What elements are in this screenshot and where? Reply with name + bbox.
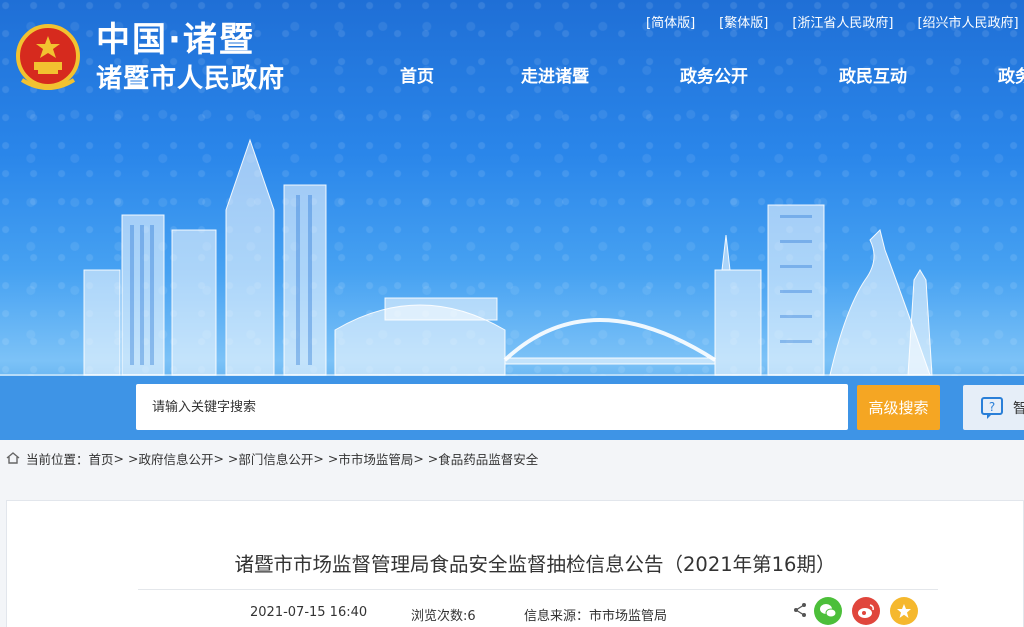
weibo-share-button[interactable]	[852, 597, 880, 625]
breadcrumb: 当前位置： 首页 > > 政府信息公开 > > 部门信息公开 > > 市市场监管…	[0, 440, 1024, 476]
link-shaoxing-gov[interactable]: [绍兴市人民政府]	[911, 10, 1024, 33]
article-views: 浏览次数:6	[411, 609, 476, 624]
share-icon[interactable]	[792, 602, 808, 618]
weibo-icon	[858, 604, 874, 618]
main-nav: 首页 走进诸暨 政务公开 政民互动 政务服	[400, 62, 1024, 87]
language-links: [简体版] [繁体版] [浙江省人民政府] [绍兴市人民政府]	[640, 10, 1024, 33]
link-zhejiang-gov[interactable]: [浙江省人民政府]	[786, 10, 899, 33]
breadcrumb-separator: > >	[413, 450, 439, 466]
breadcrumb-separator: > >	[213, 450, 239, 466]
svg-text:?: ?	[989, 400, 995, 414]
header-banner: 中国·诸暨 诸暨市人民政府 [简体版] [繁体版] [浙江省人民政府] [绍兴市…	[0, 0, 1024, 440]
smart-qa-button[interactable]: ? 智	[963, 385, 1024, 430]
city-skyline-illustration	[0, 138, 1024, 380]
star-icon	[897, 604, 911, 618]
breadcrumb-item-public-info[interactable]: 政府信息公开	[138, 449, 213, 468]
breadcrumb-item-department-info[interactable]: 部门信息公开	[238, 449, 313, 468]
article-datetime: 2021-07-15 16:40	[250, 605, 368, 620]
smart-qa-label: 智	[1013, 400, 1024, 417]
site-title-main: 诸暨市人民政府	[96, 64, 286, 94]
nav-interaction[interactable]: 政民互动	[839, 62, 998, 87]
wechat-icon	[820, 604, 837, 618]
wechat-share-button[interactable]	[814, 597, 842, 625]
breadcrumb-item-food-drug-safety[interactable]: 食品药品监督安全	[438, 449, 538, 468]
national-emblem-icon	[16, 24, 80, 90]
title-divider	[138, 589, 938, 590]
nav-home[interactable]: 首页	[400, 62, 521, 87]
home-icon	[6, 452, 20, 464]
breadcrumb-separator: > >	[113, 450, 139, 466]
link-traditional[interactable]: [繁体版]	[713, 10, 774, 33]
favorite-button[interactable]	[890, 597, 918, 625]
breadcrumb-item-home[interactable]: 首页	[89, 449, 114, 468]
breadcrumb-separator: > >	[313, 450, 339, 466]
nav-services[interactable]: 政务服	[998, 62, 1024, 87]
advanced-search-button[interactable]: 高级搜索	[857, 385, 940, 430]
search-input[interactable]	[136, 384, 848, 430]
breadcrumb-label: 当前位置：	[26, 451, 89, 467]
nav-about-zhuji[interactable]: 走进诸暨	[521, 62, 680, 87]
link-simplified[interactable]: [简体版]	[640, 10, 701, 33]
breadcrumb-item-market-bureau[interactable]: 市市场监管局	[338, 449, 413, 468]
question-chat-icon: ?	[981, 396, 1003, 419]
article-source: 信息来源：市市场监管局	[524, 609, 668, 624]
site-title: 中国·诸暨 诸暨市人民政府	[96, 20, 285, 96]
site-title-top: 中国·诸暨	[96, 20, 255, 60]
article-title: 诸暨市市场监督管理局食品安全监督抽检信息公告（2021年第16期）	[234, 553, 836, 576]
nav-government-affairs[interactable]: 政务公开	[680, 62, 839, 87]
